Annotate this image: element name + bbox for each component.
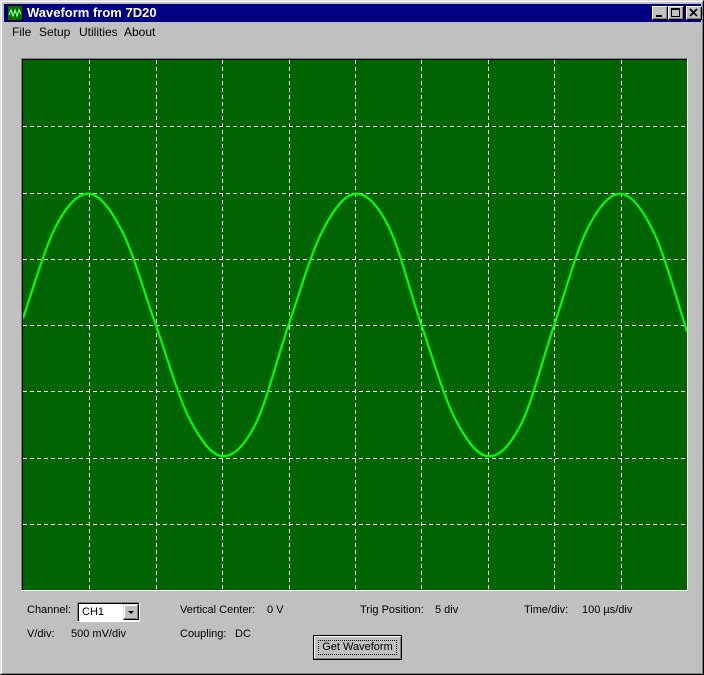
channel-select[interactable]: CH1: [77, 602, 140, 622]
close-button[interactable]: [686, 6, 702, 20]
vertical-center-value: 0 V: [267, 604, 284, 616]
maximize-button[interactable]: [668, 6, 684, 20]
oscilloscope-icon[interactable]: [7, 5, 23, 21]
maximize-icon: [671, 8, 680, 17]
minimize-icon: [656, 15, 662, 17]
channel-value: CH1: [82, 606, 105, 618]
time-div-value: 100 µs/div: [582, 604, 633, 616]
channel-dropdown-button[interactable]: [123, 604, 139, 620]
app-window: Waveform from 7D20 File Setup Utilities …: [0, 0, 704, 675]
trig-position-label: Trig Position:: [360, 604, 424, 616]
title-bar[interactable]: Waveform from 7D20: [4, 4, 702, 22]
close-icon: [689, 8, 698, 17]
chevron-down-icon: [128, 611, 134, 614]
vertical-center-label: Vertical Center:: [180, 604, 256, 616]
waveform-plot: [23, 60, 687, 590]
scope-display: [22, 59, 687, 590]
menu-setup[interactable]: Setup: [39, 25, 70, 40]
coupling-label: Coupling:: [180, 628, 227, 640]
menu-about[interactable]: About: [124, 25, 155, 40]
minimize-button[interactable]: [652, 6, 668, 20]
coupling-value: DC: [235, 628, 251, 640]
trig-position-value: 5 div: [435, 604, 459, 616]
get-waveform-button[interactable]: Get Waveform: [313, 635, 402, 660]
time-div-label: Time/div:: [524, 604, 569, 616]
vdiv-value: 500 mV/div: [71, 628, 127, 640]
channel-label: Channel:: [27, 604, 72, 616]
menu-utilities[interactable]: Utilities: [79, 25, 118, 40]
window-title: Waveform from 7D20: [27, 5, 157, 20]
vdiv-label: V/div:: [27, 628, 55, 640]
menu-bar: File Setup Utilities About: [4, 23, 701, 42]
scope-display-frame: [21, 58, 688, 591]
menu-file[interactable]: File: [12, 25, 31, 40]
